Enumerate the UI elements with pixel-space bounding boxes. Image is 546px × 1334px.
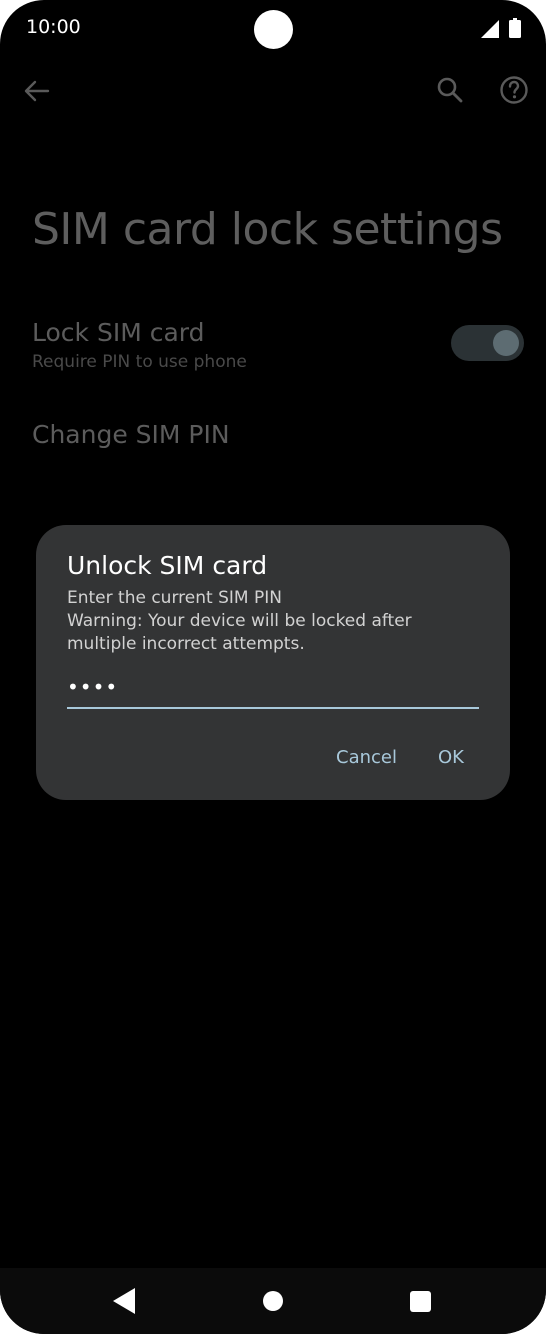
change-sim-pin-title: Change SIM PIN xyxy=(32,420,230,449)
phone-screen: 10:00 SIM card lock settings Lock SIM ca… xyxy=(0,0,546,1334)
nav-recents-icon[interactable] xyxy=(410,1291,431,1312)
nav-back-icon[interactable] xyxy=(113,1288,135,1314)
ok-button[interactable]: OK xyxy=(438,747,464,768)
dialog-message-line: multiple incorrect attempts. xyxy=(67,634,305,654)
page-title: SIM card lock settings xyxy=(32,204,503,255)
lock-sim-card-switch[interactable] xyxy=(451,325,524,361)
dialog-title: Unlock SIM card xyxy=(67,551,268,580)
signal-icon xyxy=(481,20,499,38)
dialog-message-line: Enter the current SIM PIN xyxy=(67,588,282,608)
top-app-bar xyxy=(0,60,546,124)
lock-sim-card-title: Lock SIM card xyxy=(32,318,205,347)
dialog-message-line: Warning: Your device will be locked afte… xyxy=(67,611,412,631)
status-bar: 10:00 xyxy=(0,0,546,60)
lock-sim-card-summary: Require PIN to use phone xyxy=(32,352,247,372)
status-time: 10:00 xyxy=(26,16,81,38)
dialog-message: Enter the current SIM PIN Warning: Your … xyxy=(67,587,487,656)
change-sim-pin-preference[interactable]: Change SIM PIN xyxy=(0,410,546,470)
battery-icon xyxy=(509,18,521,38)
cancel-button[interactable]: Cancel xyxy=(336,747,397,768)
pin-input[interactable]: •••• xyxy=(67,675,479,709)
search-icon[interactable] xyxy=(434,74,466,106)
lock-sim-card-preference[interactable]: Lock SIM card Require PIN to use phone xyxy=(0,310,546,390)
back-arrow-icon[interactable] xyxy=(22,76,52,106)
pin-input-value: •••• xyxy=(67,675,119,699)
camera-cutout xyxy=(254,10,293,49)
nav-home-icon[interactable] xyxy=(263,1291,283,1311)
switch-thumb xyxy=(493,330,519,356)
help-icon[interactable] xyxy=(498,74,530,106)
navigation-bar xyxy=(0,1268,546,1334)
unlock-sim-dialog: Unlock SIM card Enter the current SIM PI… xyxy=(36,525,510,800)
